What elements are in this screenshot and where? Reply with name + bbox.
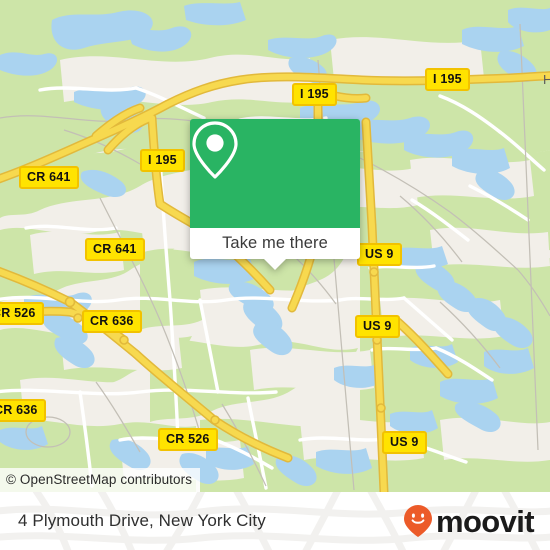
road-shield: CR 641: [19, 166, 79, 189]
osm-attribution: © OpenStreetMap contributors: [0, 468, 201, 492]
popup-icon-area: [190, 119, 360, 228]
popup-cta-area[interactable]: Take me there: [190, 228, 360, 270]
map-place-label: H: [543, 72, 550, 87]
road-shield: I 195: [425, 68, 470, 91]
road-shield: I 195: [140, 149, 185, 172]
popup-pointer-tail: [264, 259, 286, 270]
map-canvas[interactable]: I 195 I 195 I 195 CR 641 CR 641 CR 636 C…: [0, 0, 550, 492]
road-shield: CR 641: [85, 238, 145, 261]
road-shield: US 9: [382, 431, 427, 454]
road-shield: CR 526: [0, 302, 44, 325]
moovit-wordmark: moovit: [435, 503, 535, 539]
road-shield: I 195: [292, 83, 337, 106]
road-shield: US 9: [355, 315, 400, 338]
screenshot-root: I 195 I 195 I 195 CR 641 CR 641 CR 636 C…: [0, 0, 550, 550]
location-popup-card[interactable]: Take me there: [190, 119, 360, 270]
footer-bar: 4 Plymouth Drive, New York City moovit: [0, 492, 550, 550]
moovit-brand[interactable]: moovit: [403, 503, 535, 539]
take-me-there-label: Take me there: [222, 234, 328, 252]
road-shield: US 9: [357, 243, 402, 266]
road-shield: CR 636: [0, 399, 46, 422]
road-shield: CR 636: [82, 310, 142, 333]
road-shield: CR 526: [158, 428, 218, 451]
address-label: 4 Plymouth Drive, New York City: [18, 511, 266, 530]
moovit-pin-smiley-icon: [403, 505, 432, 537]
map-pin-icon: [192, 121, 238, 179]
